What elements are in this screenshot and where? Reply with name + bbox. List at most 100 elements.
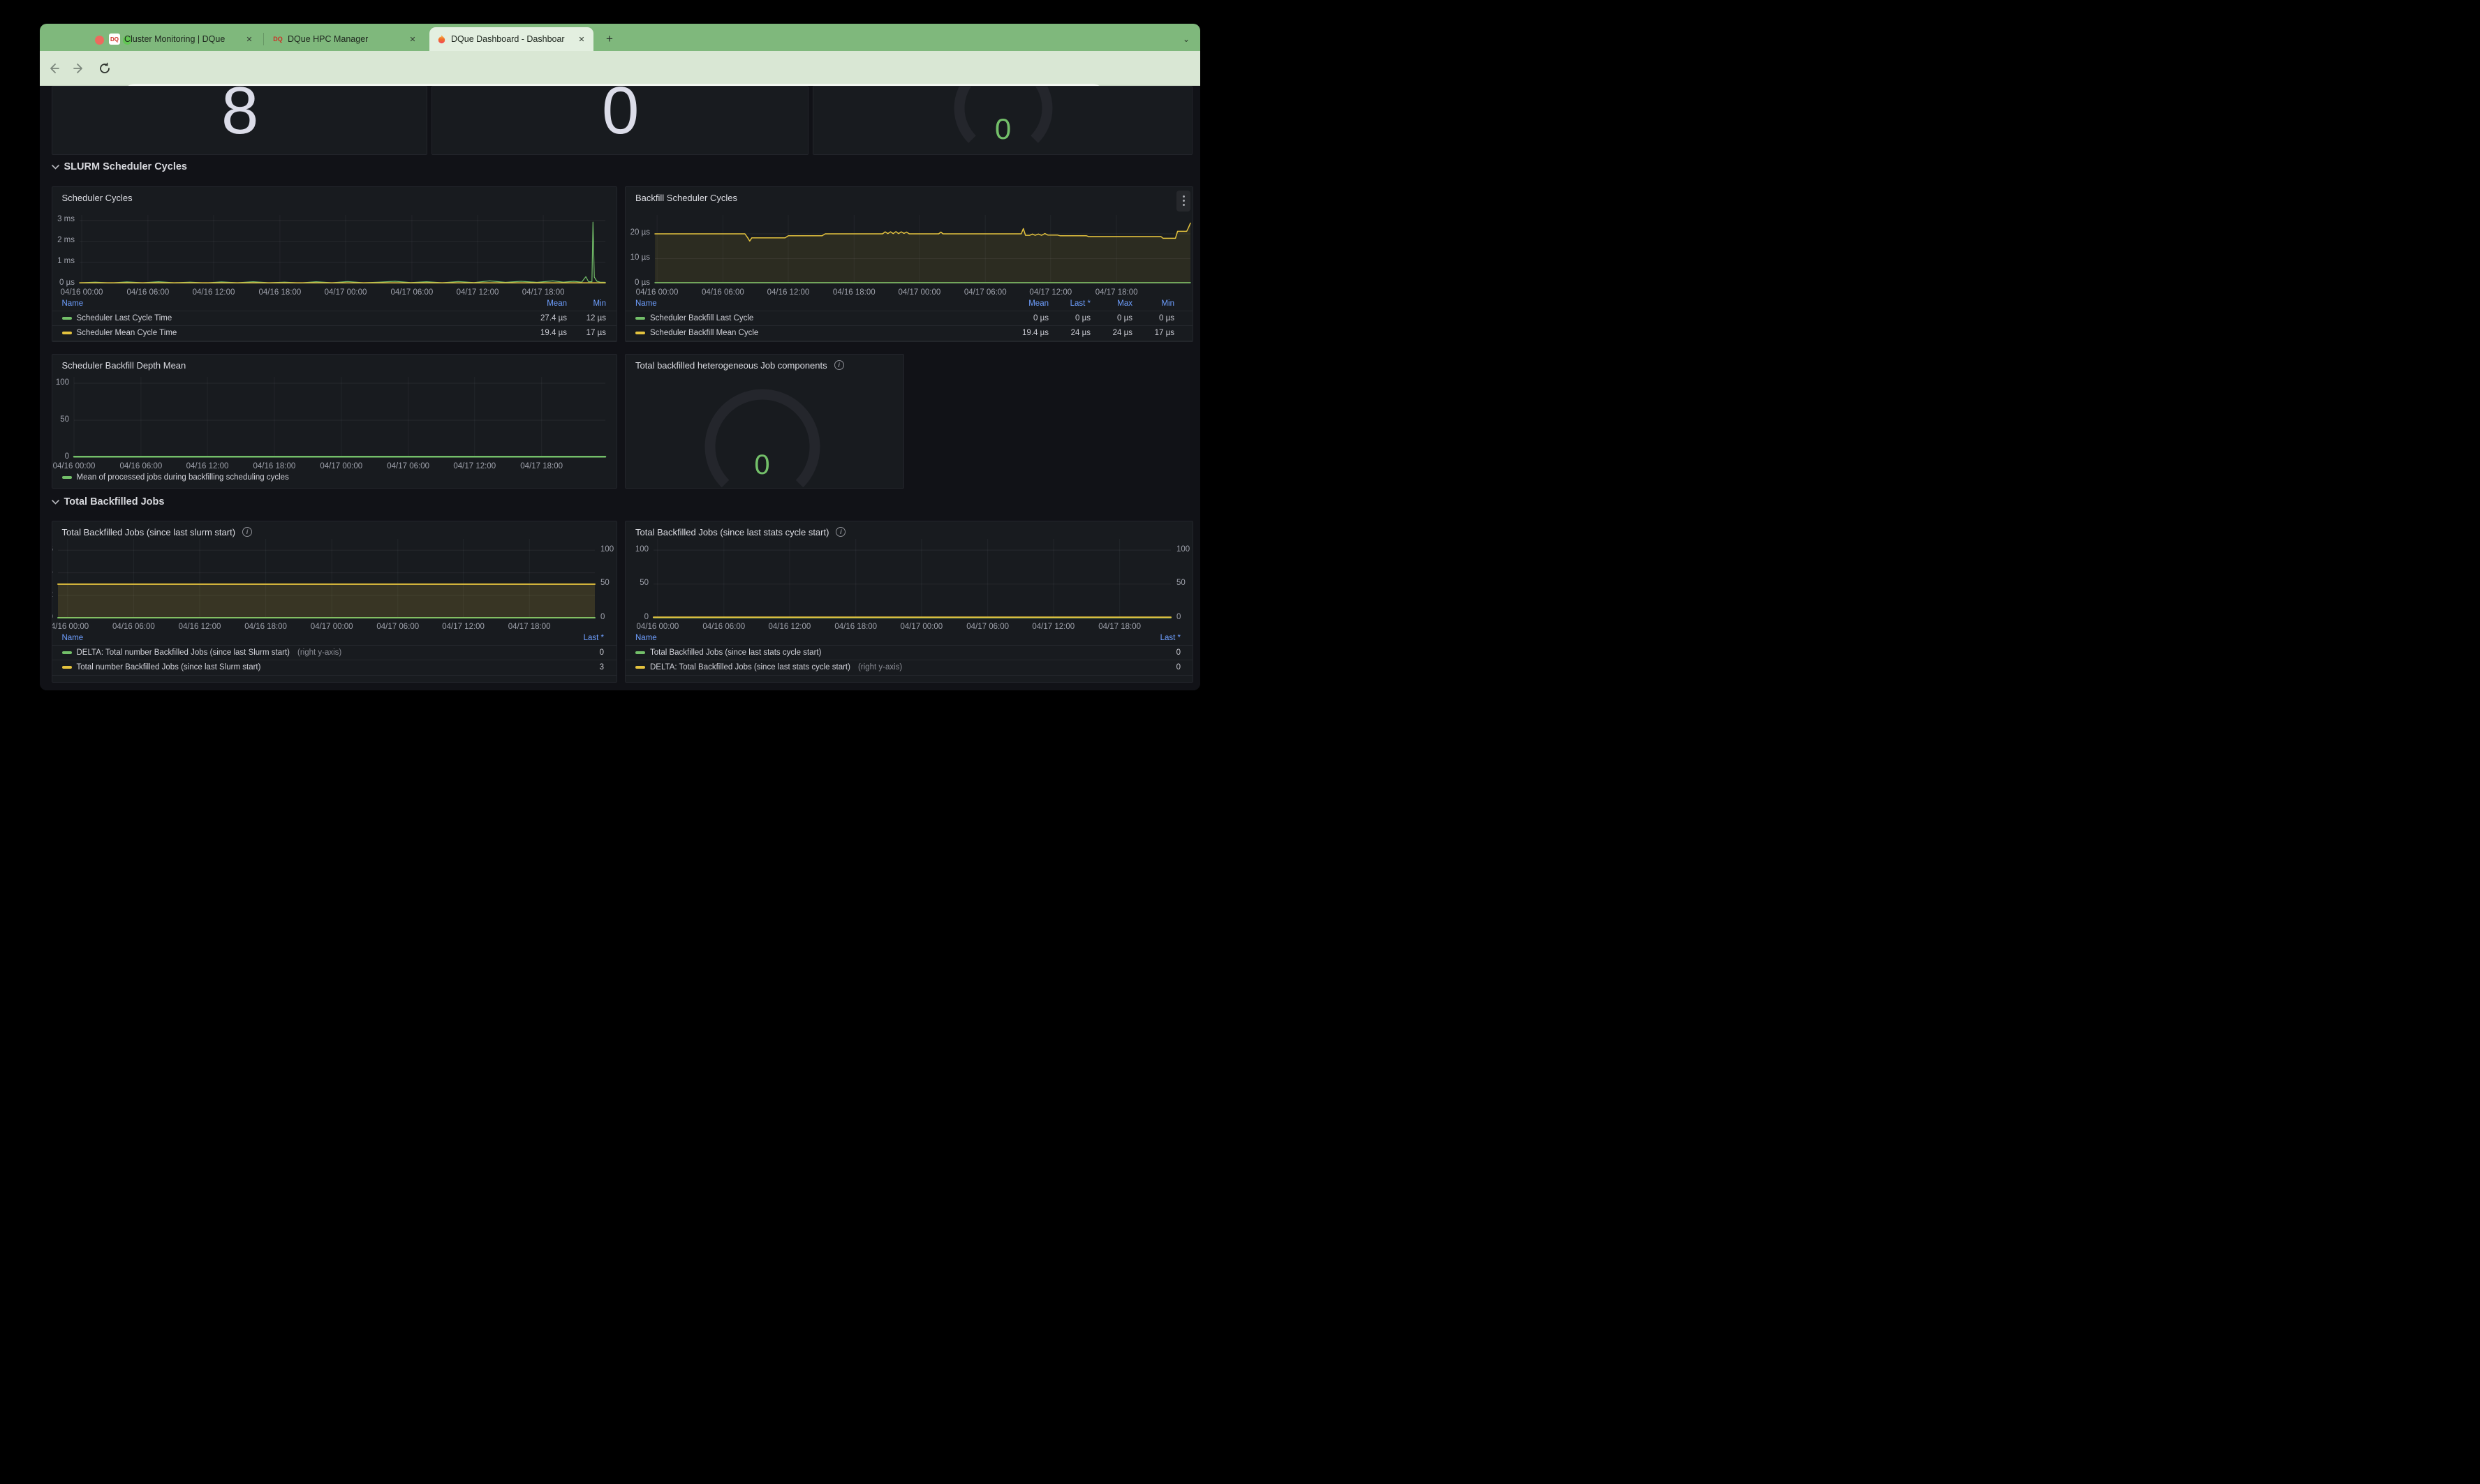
tick-label: 04/17 00:00 (894, 288, 945, 297)
depth-mean-chart[interactable]: 04/16 00:0004/16 06:0004/16 12:0004/16 1… (52, 355, 617, 488)
tab-divider (263, 33, 264, 45)
section-total-backfilled-jobs[interactable]: Total Backfilled Jobs (52, 496, 165, 507)
gauge-panel-top[interactable]: 0 (813, 86, 1193, 155)
legend-col-last: Last * (1049, 299, 1091, 308)
tick-label: 04/17 12:00 (1025, 288, 1077, 297)
tick-label: 0 (600, 613, 617, 621)
series-swatch (62, 317, 72, 320)
tick-label: 04/17 06:00 (372, 623, 424, 631)
tick-label: 04/16 18:00 (830, 623, 882, 631)
tick-label: 04/17 00:00 (306, 623, 357, 631)
legend-col-last: Last * (569, 634, 604, 642)
browser-window: DQ Cluster Monitoring | DQue ✕ DQ DQue H… (40, 24, 1200, 690)
tick-label: 04/17 18:00 (1094, 623, 1146, 631)
new-tab-button[interactable]: + (606, 32, 613, 46)
legend-row[interactable]: Total number Backfilled Jobs (since last… (52, 660, 617, 676)
tick-label: 04/16 00:00 (631, 288, 683, 297)
dque-favicon: DQ (109, 34, 120, 45)
tick-label: 04/17 12:00 (449, 462, 501, 470)
tab-title: DQue Dashboard - Dashboar (451, 34, 572, 44)
tick-label: 50 (600, 579, 617, 587)
panel-scheduler-cycles: Scheduler Cycles 04/16 00:0004/16 06:000… (52, 186, 618, 343)
reload-icon[interactable] (98, 62, 111, 75)
tab-cluster-monitoring[interactable]: DQ Cluster Monitoring | DQue ✕ (103, 27, 261, 51)
tick-label: 04/16 18:00 (240, 623, 292, 631)
tick-label: 0 µs (52, 279, 75, 287)
tick-label: 04/17 00:00 (320, 288, 371, 297)
legend-col-last: Last * (1146, 634, 1181, 642)
gauge-value: 0 (686, 451, 839, 479)
tick-label: 50 (52, 415, 70, 424)
section-chevron-down-icon (52, 500, 59, 505)
legend-col-name: Name (635, 299, 1007, 308)
legend-table: Name Last * DELTA: Total number Backfill… (52, 632, 617, 676)
legend-row[interactable]: DELTA: Total Backfilled Jobs (since last… (626, 660, 1193, 676)
section-slurm-scheduler-cycles[interactable]: SLURM Scheduler Cycles (52, 161, 187, 172)
series-swatch (635, 317, 645, 320)
tick-label: 100 (1176, 545, 1193, 554)
tick-label: 50 (1176, 579, 1193, 587)
tab-dque-dashboard-active[interactable]: DQue Dashboard - Dashboar ✕ (429, 27, 593, 51)
info-icon[interactable]: i (834, 360, 844, 370)
tick-label: 04/16 18:00 (254, 288, 306, 297)
legend-col-mean: Mean (1007, 299, 1049, 308)
stat-value: 0 (432, 86, 809, 144)
back-icon[interactable] (47, 62, 60, 75)
tick-label: 04/16 06:00 (108, 623, 159, 631)
legend-col-mean: Mean (528, 299, 567, 308)
legend-table: Name Mean Last * Max Min Scheduler Backf… (626, 297, 1193, 341)
gauge-value: 0 (927, 114, 1080, 144)
tick-label: 04/16 06:00 (115, 462, 167, 470)
tick-label: 0 (625, 613, 649, 621)
legend-row[interactable]: DELTA: Total number Backfilled Jobs (sin… (52, 646, 617, 661)
legend-row[interactable]: Scheduler Backfill Last Cycle 0 µs 0 µs … (626, 311, 1193, 327)
tick-label: 04/17 18:00 (516, 462, 568, 470)
tick-label: 04/16 18:00 (828, 288, 880, 297)
tab-close-icon[interactable]: ✕ (576, 34, 587, 45)
series-swatch (62, 651, 72, 654)
legend-col-name: Name (62, 299, 529, 308)
tick-label: 04/17 12:00 (452, 288, 503, 297)
tick-label: 04/16 12:00 (188, 288, 239, 297)
tick-label: 1 ms (52, 257, 75, 265)
legend-item[interactable]: Mean of processed jobs during backfillin… (62, 473, 289, 482)
legend-row[interactable]: Scheduler Last Cycle Time 27.4 µs 12 µs (52, 311, 617, 327)
browser-toolbar: localhost:8088/dashboard/d/dquehpc/dque-… (40, 51, 1200, 86)
tick-label: 6 (52, 545, 54, 554)
legend-table: Name Mean Min Scheduler Last Cycle Time … (52, 297, 617, 341)
forward-icon[interactable] (73, 62, 85, 75)
legend-row[interactable]: Total Backfilled Jobs (since last stats … (626, 646, 1193, 661)
stat-value: 8 (52, 86, 427, 144)
series-swatch (635, 651, 645, 654)
tab-title: Cluster Monitoring | DQue (124, 34, 239, 44)
tick-label: 04/16 00:00 (632, 623, 684, 631)
stat-panel-2[interactable]: 0 (431, 86, 809, 155)
legend-row[interactable]: Scheduler Mean Cycle Time 19.4 µs 17 µs (52, 326, 617, 341)
grafana-logo-icon (436, 34, 447, 45)
tick-label: 04/16 00:00 (56, 288, 108, 297)
tick-label: 04/17 12:00 (438, 623, 489, 631)
series-swatch (62, 666, 72, 669)
grafana-dashboard: 8 0 0 SLURM Scheduler Cycles Scheduler (40, 86, 1200, 690)
panel-hetero-gauge: Total backfilled heterogeneous Job compo… (625, 354, 904, 489)
panel-backfill-scheduler-cycles: Backfill Scheduler Cycles 04/16 00:0004/… (625, 186, 1193, 343)
tick-label: 20 µs (625, 228, 650, 237)
tick-label: 04/17 00:00 (896, 623, 947, 631)
tab-close-icon[interactable]: ✕ (244, 34, 255, 45)
tick-label: 10 µs (625, 253, 650, 262)
tick-label: 100 (600, 545, 617, 554)
tick-label: 04/16 06:00 (698, 623, 750, 631)
panel-tbj-slurm: Total Backfilled Jobs (since last slurm … (52, 521, 618, 683)
tick-label: 04/16 12:00 (764, 623, 815, 631)
window-chevron-down-icon[interactable]: ⌄ (1183, 34, 1190, 44)
stat-panel-1[interactable]: 8 (52, 86, 428, 155)
tick-label: 0 (1176, 613, 1193, 621)
tick-label: 04/17 12:00 (1028, 623, 1079, 631)
legend-row[interactable]: Scheduler Backfill Mean Cycle 19.4 µs 24… (626, 326, 1193, 341)
tab-hpc-manager[interactable]: DQ DQue HPC Manager ✕ (266, 27, 425, 51)
tick-label: 4 (52, 567, 54, 576)
panel-tbj-stats: Total Backfilled Jobs (since last stats … (625, 521, 1193, 683)
series-swatch (635, 332, 645, 334)
tab-close-icon[interactable]: ✕ (407, 34, 418, 45)
tick-label: 2 ms (52, 236, 75, 244)
